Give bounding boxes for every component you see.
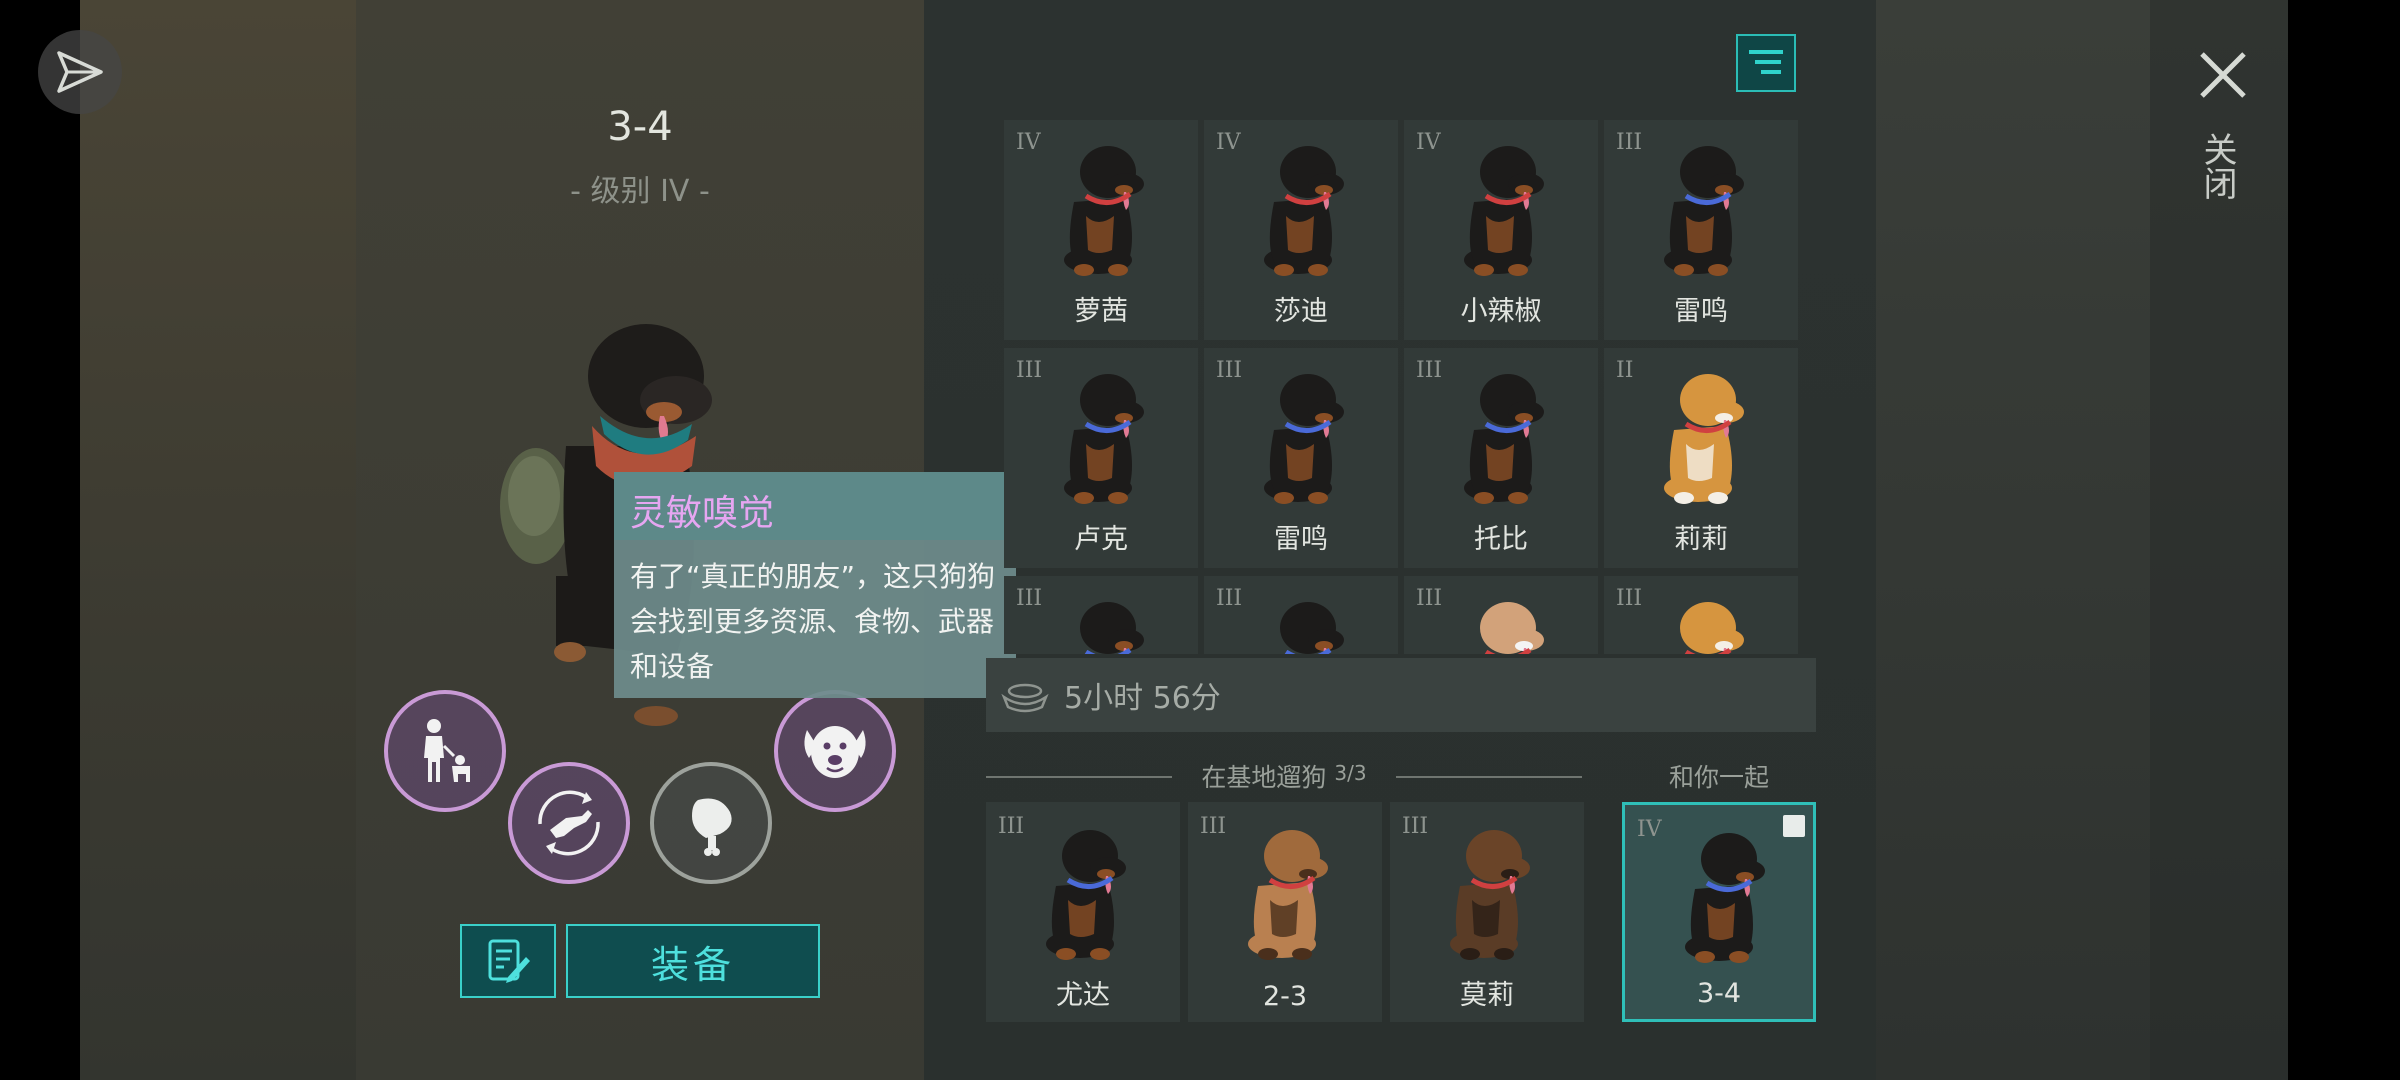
- rottweiler-dog-image: [1464, 146, 1544, 276]
- shepherd-dog-image: [1248, 830, 1328, 960]
- dog-name-label: 雷鸣: [1674, 296, 1728, 327]
- dog-face-icon: [804, 726, 866, 778]
- dog-rank-label: II: [1616, 358, 1634, 383]
- dog-card[interactable]: III 雷鸣: [1604, 120, 1798, 340]
- dog-name-label: 2-3: [1262, 981, 1308, 1012]
- walk-section-header: 在基地遛狗 3/3: [986, 758, 1582, 792]
- dog-name-label: 萝茜: [1074, 296, 1128, 327]
- dog-name-label: 雷鸣: [1274, 524, 1328, 555]
- equip-button[interactable]: 装备: [566, 924, 820, 998]
- dog-card[interactable]: III: [1204, 576, 1398, 654]
- companion-dog-card[interactable]: IV 3-4: [1622, 802, 1816, 1022]
- dog-card[interactable]: II 莉莉: [1604, 348, 1798, 568]
- walk-timer-bar: 5小时 56分: [986, 658, 1816, 732]
- train-dog-button[interactable]: [508, 762, 630, 884]
- paper-plane-icon: [57, 51, 103, 93]
- walking-dog-card[interactable]: III 2-3: [1188, 802, 1382, 1022]
- food-bowl-icon: [1001, 683, 1049, 713]
- dog-card[interactable]: III 卢克: [1004, 348, 1198, 568]
- dog-name-label: 3-4: [1696, 978, 1742, 1009]
- dog-card[interactable]: IV 萝茜: [1004, 120, 1198, 340]
- dog-card[interactable]: III: [1604, 576, 1798, 654]
- background-left: [80, 0, 356, 1080]
- walk-section-count: 3/3: [1334, 761, 1367, 785]
- share-button[interactable]: [38, 30, 122, 114]
- dog-level-label: - 级别 IV -: [570, 174, 710, 209]
- rottweiler-dog-image: [1064, 146, 1144, 276]
- dog-name-label: 卢克: [1074, 524, 1128, 555]
- dog-jumping-cycle-icon: [538, 790, 600, 856]
- dog-card[interactable]: III: [1004, 576, 1198, 654]
- filter-lines-icon: [1749, 50, 1783, 74]
- skill-tooltip: 灵敏嗅觉 有了“真正的朋友”，这只狗狗会找到更多资源、食物、武器和设备: [614, 472, 1016, 698]
- walking-dog-card[interactable]: III 莫莉: [1390, 802, 1584, 1022]
- dog-profile-button[interactable]: [774, 690, 896, 812]
- skill-tooltip-description: 有了“真正的朋友”，这只狗狗会找到更多资源、食物、武器和设备: [630, 560, 996, 683]
- notes-button[interactable]: [460, 924, 556, 998]
- person-with-dog-icon: [424, 719, 470, 782]
- walk-section-label: 在基地遛狗: [1201, 763, 1327, 792]
- dog-name-label: 莎迪: [1274, 296, 1328, 327]
- rottweiler-dog-image: [1664, 146, 1744, 276]
- feed-dog-button[interactable]: [650, 762, 772, 884]
- close-button-label[interactable]: 关闭: [2197, 132, 2242, 200]
- rottweiler-dog-image: [1264, 374, 1344, 504]
- rottweiler-dog-image: [1464, 374, 1544, 504]
- rottweiler-dog-image: [1685, 833, 1765, 963]
- close-icon[interactable]: [2196, 48, 2250, 102]
- rottweiler-dog-image: [1080, 602, 1144, 654]
- rottweiler-dog-image: [1064, 374, 1144, 504]
- walk-section-title: 在基地遛狗 3/3: [986, 758, 1582, 794]
- rottweiler-dog-image: [1264, 146, 1344, 276]
- walking-dog-card[interactable]: III 尤达: [986, 802, 1180, 1022]
- walk-timer-text: 5小时 56分: [1064, 681, 1221, 716]
- storage-icon: [1783, 815, 1805, 837]
- dog-grid: IV 萝茜 IV 莎迪 IV 小辣椒 III 雷鸣 III 卢克 III 雷鸣 III 托比 II 莉莉 III…: [1004, 120, 1798, 654]
- dog-card[interactable]: III: [1404, 576, 1598, 654]
- edit-document-icon: [488, 939, 530, 983]
- husky-dog-image: [1480, 602, 1544, 654]
- dog-name-label: 托比: [1474, 524, 1528, 555]
- dog-name-label: 莫莉: [1460, 980, 1514, 1011]
- walk-with-dog-button[interactable]: [384, 690, 506, 812]
- rottweiler-dog-image: [1280, 602, 1344, 654]
- dog-card[interactable]: III 托比: [1404, 348, 1598, 568]
- with-you-label: 和你一起: [1668, 763, 1769, 792]
- meat-leg-icon: [692, 798, 732, 856]
- corgi-dog-image: [1664, 374, 1744, 504]
- corgi-dog-image: [1680, 602, 1744, 654]
- filter-button[interactable]: [1736, 34, 1796, 92]
- dog-card[interactable]: III 雷鸣: [1204, 348, 1398, 568]
- dog-card[interactable]: IV 小辣椒: [1404, 120, 1598, 340]
- shepherd-dark-dog-image: [1450, 830, 1530, 960]
- dog-name-label: 尤达: [1056, 980, 1110, 1011]
- dog-name-title: 3-4: [607, 104, 673, 150]
- skill-tooltip-title: 灵敏嗅觉: [614, 472, 1016, 540]
- dog-name-label: 小辣椒: [1460, 296, 1542, 327]
- dog-name-label: 莉莉: [1674, 524, 1728, 555]
- rottweiler-dog-image: [1046, 830, 1126, 960]
- dog-card[interactable]: IV 莎迪: [1204, 120, 1398, 340]
